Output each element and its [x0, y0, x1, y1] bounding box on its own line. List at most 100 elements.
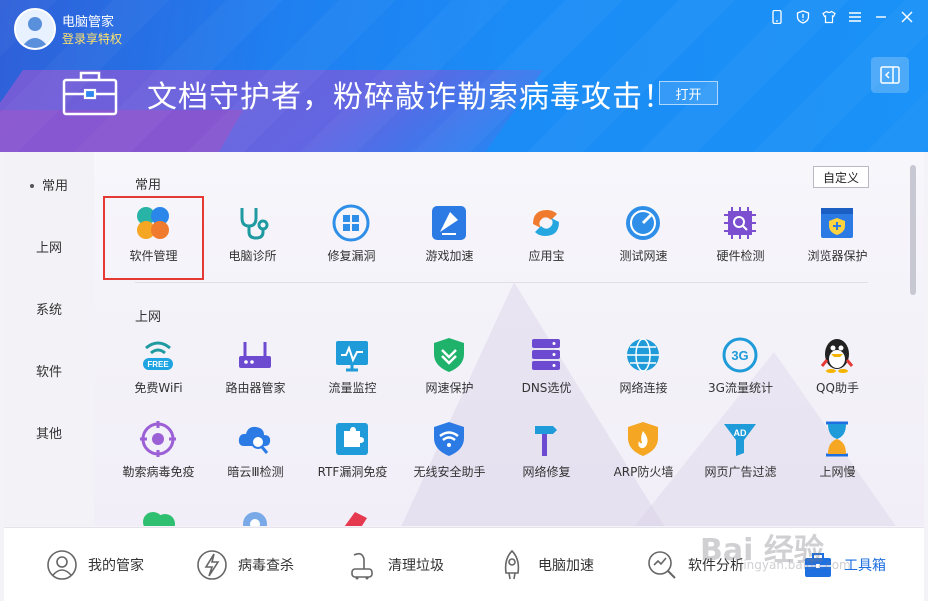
monitor-icon	[336, 341, 368, 372]
tool-pc-clinic[interactable]: 电脑诊所	[204, 198, 301, 278]
avatar[interactable]	[14, 8, 56, 50]
tool-qq-assistant[interactable]: QQ助手	[789, 330, 886, 410]
tool-partial-2[interactable]	[207, 498, 304, 526]
sidebar-item-system[interactable]: 系统	[4, 299, 94, 318]
skin-shirt-icon[interactable]	[818, 8, 840, 26]
software-manager-icon	[137, 207, 169, 239]
sidebar-toggle-icon[interactable]	[871, 57, 909, 93]
wifi-free-icon: FREE	[143, 341, 173, 370]
tool-label: 网速保护	[425, 381, 474, 395]
sidebar-item-label: 上网	[35, 241, 62, 256]
cloud-search-icon	[238, 426, 271, 454]
bottom-nav-my-manager[interactable]: 我的管家	[46, 548, 144, 582]
section-title-internet: 上网	[135, 310, 162, 325]
tool-traffic-monitor[interactable]: 流量监控	[304, 330, 401, 410]
tool-ransomware-immunity[interactable]: 勒索病毒免疫	[110, 414, 207, 494]
window-controls	[766, 8, 918, 26]
dns-server-icon	[532, 339, 560, 370]
tool-label: 网络修复	[522, 465, 571, 479]
section-title-common: 常用	[135, 178, 162, 193]
hourglass-icon	[826, 421, 848, 457]
watermark-url: jingyan.baidu.com	[740, 558, 851, 572]
fire-shield-icon	[628, 422, 658, 456]
tool-label: RTF漏洞免疫	[317, 465, 388, 479]
tool-software-manager[interactable]: 软件管理	[103, 196, 204, 280]
banner-headline: 文档守护者，粉碎敲诈勒索病毒攻击！	[147, 80, 674, 115]
qq-penguin-icon	[820, 339, 854, 373]
tool-label: 电脑诊所	[228, 249, 277, 263]
gear-globe-icon	[243, 512, 267, 526]
tool-label: 应用宝	[528, 249, 565, 263]
tool-label: 路由器管家	[225, 381, 286, 395]
toolbox-icon	[62, 70, 118, 116]
sidebar-item-common[interactable]: 常用	[4, 175, 94, 194]
sidebar-item-software[interactable]: 软件	[4, 361, 94, 380]
shield-down-icon	[434, 338, 464, 372]
tool-network-repair[interactable]: 网络修复	[498, 414, 595, 494]
menu-icon[interactable]	[844, 8, 866, 26]
tool-dark-cloud-check[interactable]: 暗云Ⅲ检测	[207, 414, 304, 494]
tool-hardware-check[interactable]: 硬件检测	[692, 198, 789, 278]
app-store-icon	[533, 210, 559, 236]
tool-label: 免费WiFi	[134, 381, 183, 395]
tool-router-manager[interactable]: 路由器管家	[207, 330, 304, 410]
customize-button[interactable]: 自定义	[813, 166, 869, 188]
hammer-icon	[535, 426, 557, 456]
tool-partial-1[interactable]	[110, 498, 207, 526]
3g-icon: 3G	[722, 337, 758, 373]
tool-rtf-immunity[interactable]: RTF漏洞免疫	[304, 414, 401, 494]
tool-label: 勒索病毒免疫	[122, 465, 195, 479]
tool-network-connect[interactable]: 网络连接	[595, 330, 692, 410]
magnifier-chart-icon	[648, 551, 676, 579]
bottom-nav-virus-scan[interactable]: 病毒查杀	[196, 548, 294, 582]
tool-speed-protect[interactable]: 网速保护	[401, 330, 498, 410]
tool-ad-filter[interactable]: AD 网页广告过滤	[692, 414, 789, 494]
tool-label: ARP防火墙	[613, 465, 674, 479]
bottom-nav-label: 我的管家	[88, 558, 144, 574]
close-icon[interactable]	[896, 8, 918, 26]
tool-label: 网络连接	[619, 381, 668, 395]
lightning-icon	[197, 550, 227, 580]
sidebar-item-internet[interactable]: 上网	[4, 237, 94, 256]
tool-free-wifi[interactable]: FREE 免费WiFi	[110, 330, 207, 410]
tool-partial-3[interactable]	[304, 498, 401, 526]
tool-label: 游戏加速	[425, 249, 474, 263]
bottom-nav-label: 清理垃圾	[388, 558, 444, 574]
mobile-icon[interactable]	[766, 8, 788, 26]
open-button[interactable]: 打开	[659, 81, 718, 105]
tool-app-store[interactable]: 应用宝	[498, 198, 595, 278]
tool-grid-panel: 常用 自定义 软件管理 电脑诊所 修复漏洞 游戏加速 应用宝 测试网速 硬件检测…	[94, 152, 924, 526]
stethoscope-icon	[240, 208, 269, 240]
tool-label: 上网慢	[819, 465, 856, 479]
tool-slow-internet[interactable]: 上网慢	[789, 414, 886, 494]
tool-dns-optimize[interactable]: DNS选优	[498, 330, 595, 410]
minimize-icon[interactable]	[870, 8, 892, 26]
tool-label: QQ助手	[816, 381, 859, 395]
tool-browser-protect[interactable]: 浏览器保护	[789, 198, 886, 278]
sidebar-item-label: 软件	[35, 365, 62, 380]
chat-bubble-icon	[143, 512, 175, 526]
bottom-nav-cleanup[interactable]: 清理垃圾	[346, 548, 444, 582]
tool-label: 修复漏洞	[327, 249, 376, 263]
tool-speed-test[interactable]: 测试网速	[595, 198, 692, 278]
tool-3g-traffic[interactable]: 3G 3G流量统计	[692, 330, 789, 410]
tool-label: 浏览器保护	[807, 249, 868, 263]
tool-arp-firewall[interactable]: ARP防火墙	[595, 414, 692, 494]
tool-label: 流量监控	[328, 381, 377, 395]
speedometer-icon	[626, 206, 660, 240]
rocket-icon	[504, 549, 520, 580]
tool-game-boost[interactable]: 游戏加速	[401, 198, 498, 278]
svg-text:3G: 3G	[731, 348, 748, 363]
sidebar-item-other[interactable]: 其他	[4, 423, 94, 442]
ad-filter-icon: AD	[724, 424, 756, 456]
bottom-nav-speedup[interactable]: 电脑加速	[496, 548, 594, 582]
scrollbar-thumb[interactable]	[910, 165, 916, 295]
shield-icon[interactable]	[792, 8, 814, 26]
globe-icon	[627, 338, 659, 372]
tool-label: 无线安全助手	[413, 465, 486, 479]
login-link[interactable]: 登录享特权	[62, 30, 122, 47]
tool-label: 硬件检测	[716, 249, 765, 263]
tool-label: 软件管理	[129, 249, 178, 263]
tool-repair-vulnerability[interactable]: 修复漏洞	[303, 198, 400, 278]
tool-wireless-security[interactable]: 无线安全助手	[401, 414, 498, 494]
